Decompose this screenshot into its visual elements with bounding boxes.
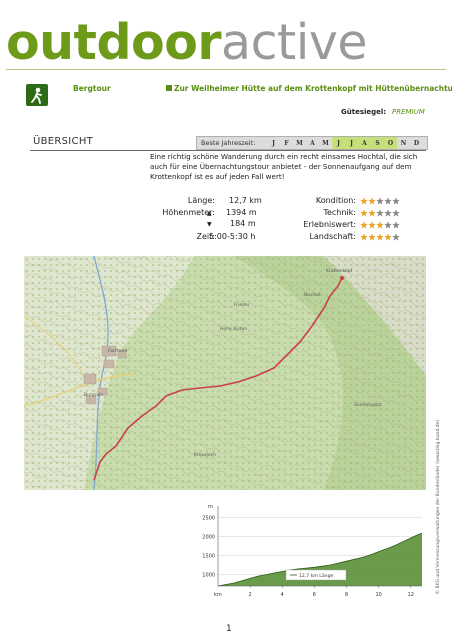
season-month-1: J	[272, 139, 275, 147]
tour-description: Eine richtig schöne Wanderung durch ein …	[150, 152, 418, 182]
tour-category: Bergtour	[73, 84, 111, 93]
star-empty-icon	[376, 197, 384, 205]
season-month-11: N	[400, 139, 407, 147]
star-filled-icon	[376, 221, 384, 229]
rating-stars-1	[360, 197, 400, 205]
rating-label-2: Technik:	[323, 208, 356, 217]
quality-seal-value: PREMIUM	[392, 108, 425, 116]
hiker-icon	[31, 87, 42, 104]
overview-divider	[30, 150, 426, 151]
star-empty-icon	[384, 209, 392, 217]
descent-value: 184 m	[230, 219, 256, 228]
rating-stars-3	[360, 221, 400, 229]
season-month-12: D	[413, 139, 420, 147]
rating-stars-4	[360, 233, 400, 241]
ascent-value: 1394 m	[226, 208, 257, 217]
time-label: Zeit:	[196, 232, 215, 241]
map-label-sonnenspitz: Sonnenspitz	[354, 402, 382, 408]
x-tick-label: 8	[345, 592, 348, 598]
topographic-map: Krottenkopf Bischof Sonnenspitz Frieder …	[24, 256, 426, 490]
season-month-8: A	[358, 137, 371, 149]
outdooractive-logo: outdooractive	[6, 18, 446, 73]
best-season-label: Beste Jahreszeit:	[201, 139, 256, 147]
season-month-5: M	[322, 139, 329, 147]
map-label-frieder: Frieder	[234, 302, 250, 308]
elevation-profile: 2500 2000 1500 1000 m km 2 4 6 8 10 12 12,7 km Länge	[198, 500, 428, 605]
star-empty-icon	[392, 221, 400, 229]
x-tick-label: 6	[313, 592, 316, 598]
legend-label: 12,7 km Länge	[299, 573, 333, 579]
star-filled-icon	[360, 197, 368, 205]
map-canvas: Krottenkopf Bischof Sonnenspitz Frieder …	[24, 256, 426, 490]
star-filled-icon	[368, 233, 376, 241]
rating-label-4: Landschaft:	[309, 232, 356, 241]
star-filled-icon	[384, 233, 392, 241]
rating-label-3: Erlebniswert:	[303, 220, 356, 229]
elevation-profile-chart: 2500 2000 1500 1000 m km 2 4 6 8 10 12 12,7 km Länge	[202, 504, 423, 598]
star-filled-icon	[376, 233, 384, 241]
season-month-6: J	[332, 137, 345, 149]
best-season-bar: Beste Jahreszeit: JFMAMJJASOND	[196, 136, 428, 150]
star-filled-icon	[368, 221, 376, 229]
time-value: 5:00-5:30 h	[209, 232, 256, 241]
star-empty-icon	[392, 209, 400, 217]
tour-title: Zur Weilheimer Hütte auf dem Krottenkopf…	[174, 84, 452, 93]
star-filled-icon	[368, 197, 376, 205]
star-empty-icon	[392, 233, 400, 241]
y-tick-label: 1000	[202, 573, 215, 579]
map-label-bischof: Bischof	[304, 292, 321, 298]
overview-heading: ÜBERSICHT	[33, 136, 94, 147]
logo-underline	[6, 69, 446, 70]
hiker-photo-thumbnail	[26, 84, 48, 106]
rating-label-1: Kondition:	[315, 196, 356, 205]
season-month-10: O	[384, 137, 397, 149]
elevation-label: Höhenmeter:	[162, 208, 215, 217]
star-empty-icon	[376, 209, 384, 217]
descent-arrow-icon: ▼	[207, 221, 212, 228]
x-tick-label: 2	[249, 592, 252, 598]
map-label-krottenkopf: Krottenkopf	[326, 268, 353, 274]
star-filled-icon	[360, 221, 368, 229]
star-filled-icon	[360, 233, 368, 241]
logo-word-active: active	[221, 14, 367, 71]
y-tick-label: 1500	[202, 554, 215, 560]
season-month-4: A	[310, 139, 315, 147]
x-axis-unit: km	[214, 592, 222, 598]
map-label-hohe-kisten: Hohe Kisten	[220, 326, 247, 332]
y-axis-unit: m	[208, 504, 213, 510]
x-tick-label: 10	[375, 592, 381, 598]
season-month-2: F	[284, 139, 289, 147]
map-label-burgrain: Burgrain	[84, 392, 103, 398]
star-filled-icon	[360, 209, 368, 217]
star-empty-icon	[384, 197, 392, 205]
map-copyright-text: © BKG und Vermessungsverwaltungen der Bu…	[436, 420, 441, 595]
season-month-7: J	[345, 137, 358, 149]
length-value: 12,7 km	[229, 196, 262, 205]
page-number: 1	[226, 624, 232, 634]
logo-word-outdoor: outdoor	[6, 14, 222, 71]
star-empty-icon	[384, 221, 392, 229]
y-tick-label: 2500	[202, 515, 215, 521]
star-filled-icon	[368, 209, 376, 217]
y-tick-label: 2000	[202, 534, 215, 540]
length-label: Länge:	[187, 196, 215, 205]
logo-wordmark: outdooractive	[6, 18, 367, 67]
rating-stars-2	[360, 209, 400, 217]
title-bullet-icon	[166, 85, 172, 91]
quality-seal-label: Gütesiegel:	[341, 108, 387, 116]
season-months: JFMAMJJASOND	[267, 137, 423, 149]
map-copyright-note: © BKG und Vermessungsverwaltungen der Bu…	[436, 420, 446, 630]
season-month-9: S	[371, 137, 384, 149]
x-tick-label: 4	[281, 592, 284, 598]
star-empty-icon	[392, 197, 400, 205]
x-tick-label: 12	[408, 592, 414, 598]
map-label-kreuzjoch: Kreuzjoch	[194, 452, 216, 458]
map-label-farchant: Farchant	[108, 348, 128, 354]
season-month-3: M	[296, 139, 303, 147]
ascent-arrow-icon: ▲	[207, 210, 212, 217]
